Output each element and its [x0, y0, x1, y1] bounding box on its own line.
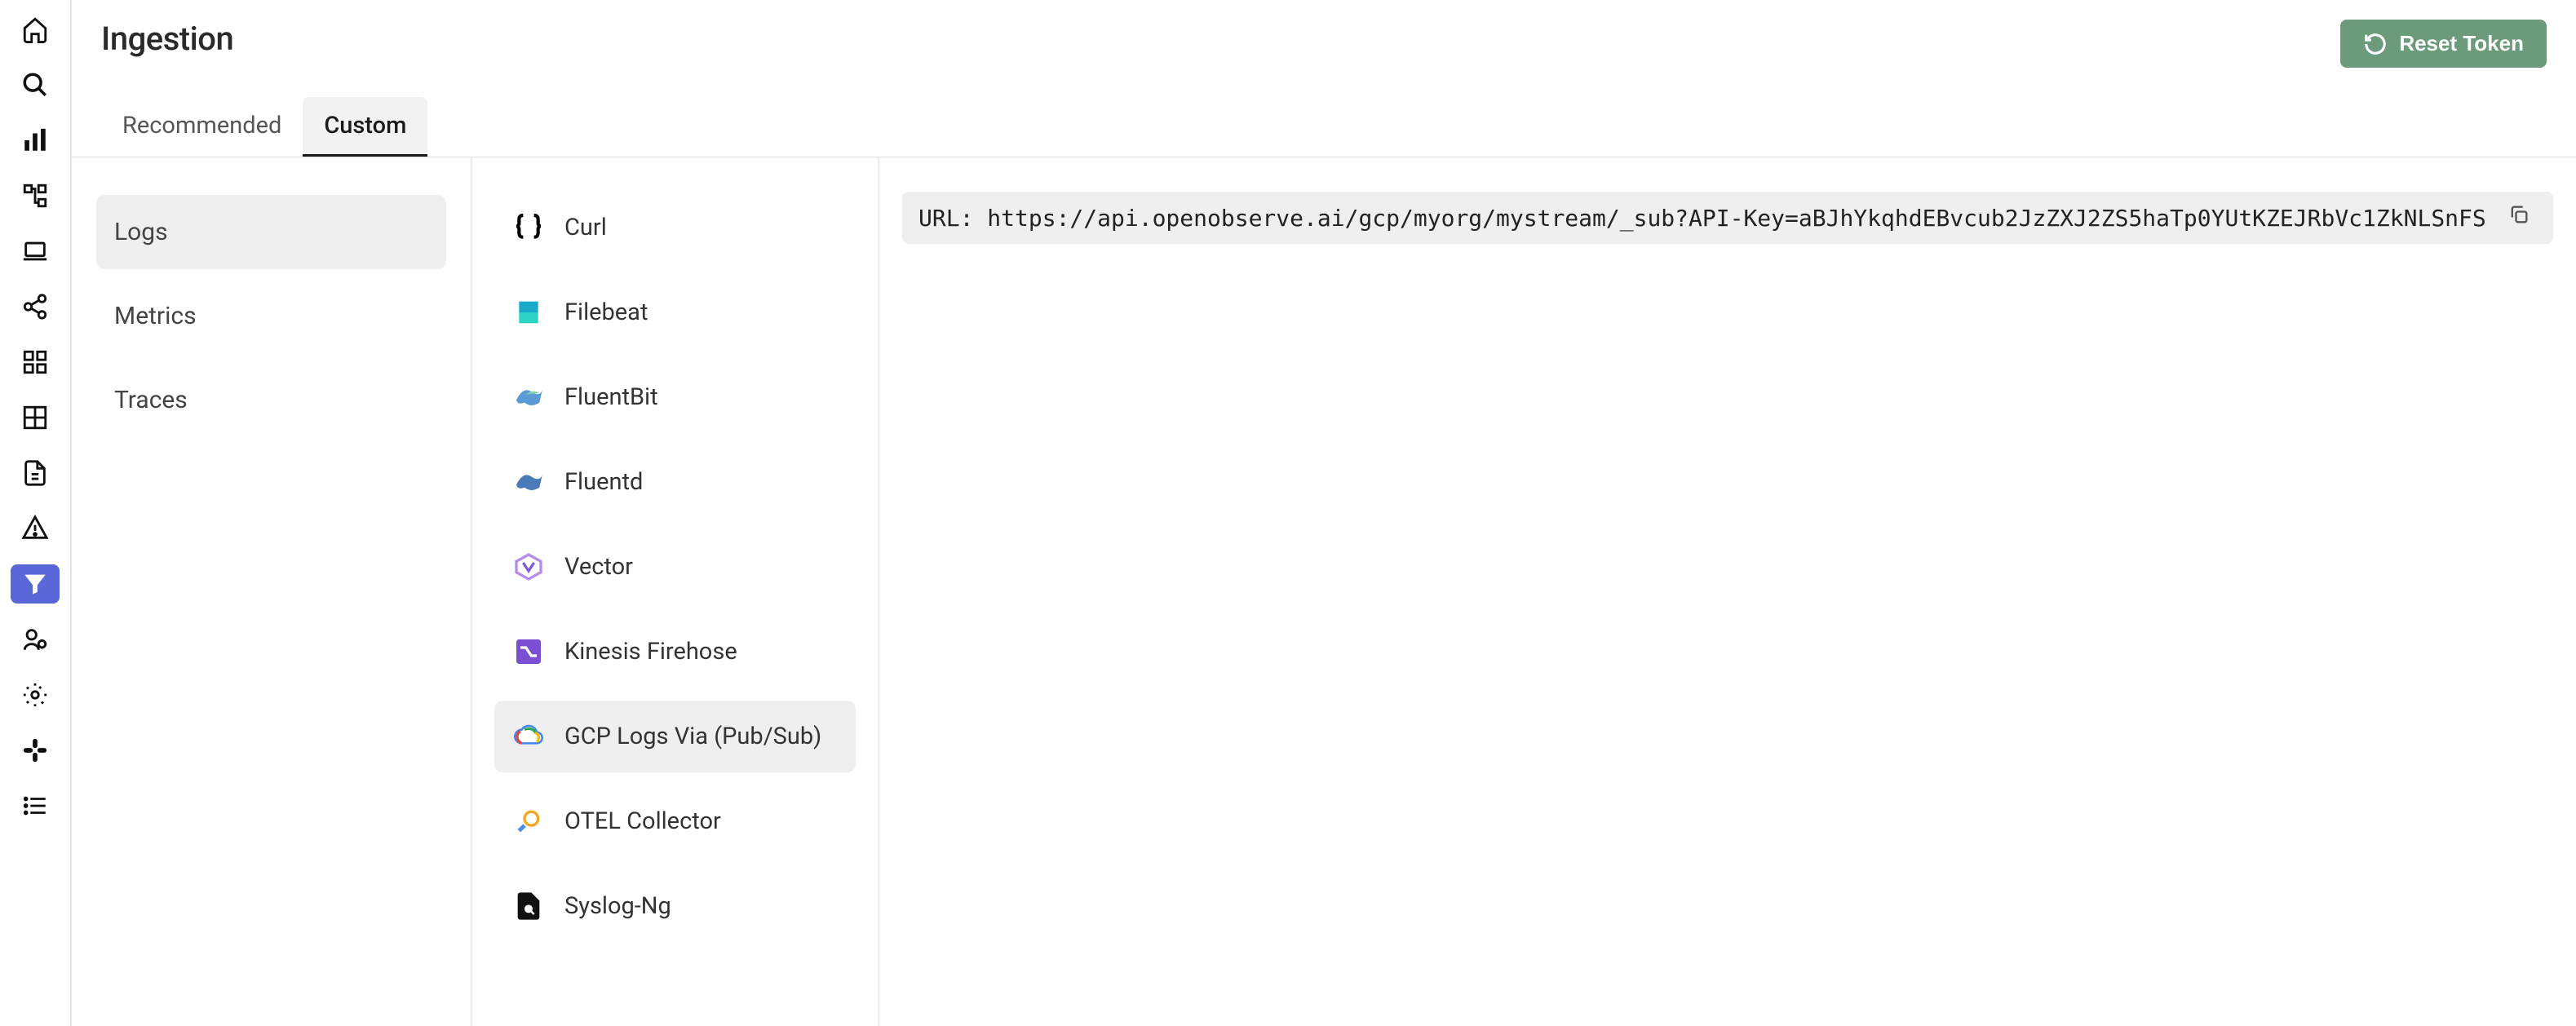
file-icon[interactable]	[11, 453, 60, 493]
source-label: Kinesis Firehose	[564, 638, 737, 666]
source-column: Curl Filebeat FluentBit	[471, 157, 879, 1026]
category-traces[interactable]: Traces	[96, 363, 446, 437]
vector-icon	[511, 549, 547, 585]
gcp-icon	[511, 719, 547, 754]
url-box: URL: https://api.openobserve.ai/gcp/myor…	[902, 192, 2553, 244]
share-icon[interactable]	[11, 287, 60, 326]
nav-sidebar	[0, 0, 72, 1026]
laptop-icon[interactable]	[11, 232, 60, 271]
reset-icon	[2363, 32, 2388, 56]
detail-column: URL: https://api.openobserve.ai/gcp/myor…	[879, 157, 2576, 1026]
source-label: OTEL Collector	[564, 807, 721, 835]
page-title: Ingestion	[101, 20, 233, 58]
reset-token-label: Reset Token	[2399, 31, 2524, 56]
user-cog-icon[interactable]	[11, 620, 60, 659]
flow-icon[interactable]	[11, 176, 60, 215]
source-vector[interactable]: Vector	[494, 531, 856, 603]
source-gcp-pubsub[interactable]: GCP Logs Via (Pub/Sub)	[494, 701, 856, 772]
source-label: GCP Logs Via (Pub/Sub)	[564, 723, 821, 750]
list-icon[interactable]	[11, 786, 60, 825]
copy-icon[interactable]	[2507, 203, 2537, 232]
source-label: Syslog-Ng	[564, 892, 671, 920]
alert-icon[interactable]	[11, 509, 60, 548]
source-fluentbit[interactable]: FluentBit	[494, 361, 856, 433]
otel-icon	[511, 803, 547, 839]
url-text: URL: https://api.openobserve.ai/gcp/myor…	[918, 205, 2493, 232]
source-label: FluentBit	[564, 383, 658, 411]
source-otel[interactable]: OTEL Collector	[494, 785, 856, 857]
dashboard-icon[interactable]	[11, 343, 60, 382]
fluentd-icon	[511, 464, 547, 500]
tab-custom[interactable]: Custom	[303, 97, 427, 157]
home-icon[interactable]	[11, 10, 60, 49]
source-label: Vector	[564, 553, 633, 581]
reset-token-button[interactable]: Reset Token	[2340, 20, 2547, 68]
source-label: Filebeat	[564, 299, 648, 326]
kinesis-icon	[511, 634, 547, 670]
source-label: Fluentd	[564, 468, 643, 496]
filebeat-icon	[511, 294, 547, 330]
main-content: Ingestion Reset Token Recommended Custom…	[72, 0, 2576, 1026]
source-kinesis[interactable]: Kinesis Firehose	[494, 616, 856, 688]
slack-icon[interactable]	[11, 731, 60, 770]
fluentbit-icon	[511, 379, 547, 415]
category-metrics[interactable]: Metrics	[96, 279, 446, 353]
search-icon[interactable]	[11, 65, 60, 104]
funnel-icon[interactable]	[11, 564, 60, 604]
bar-chart-icon[interactable]	[11, 121, 60, 160]
grid-icon[interactable]	[11, 398, 60, 437]
tab-recommended[interactable]: Recommended	[101, 97, 303, 157]
category-column: Logs Metrics Traces	[72, 157, 471, 1026]
source-syslog-ng[interactable]: Syslog-Ng	[494, 870, 856, 942]
category-logs[interactable]: Logs	[96, 195, 446, 269]
syslog-icon	[511, 888, 547, 924]
tabs: Recommended Custom	[72, 68, 2576, 157]
braces-icon	[511, 210, 547, 245]
source-label: Curl	[564, 214, 607, 241]
gear-icon[interactable]	[11, 675, 60, 714]
source-fluentd[interactable]: Fluentd	[494, 446, 856, 518]
source-curl[interactable]: Curl	[494, 192, 856, 263]
source-filebeat[interactable]: Filebeat	[494, 276, 856, 348]
